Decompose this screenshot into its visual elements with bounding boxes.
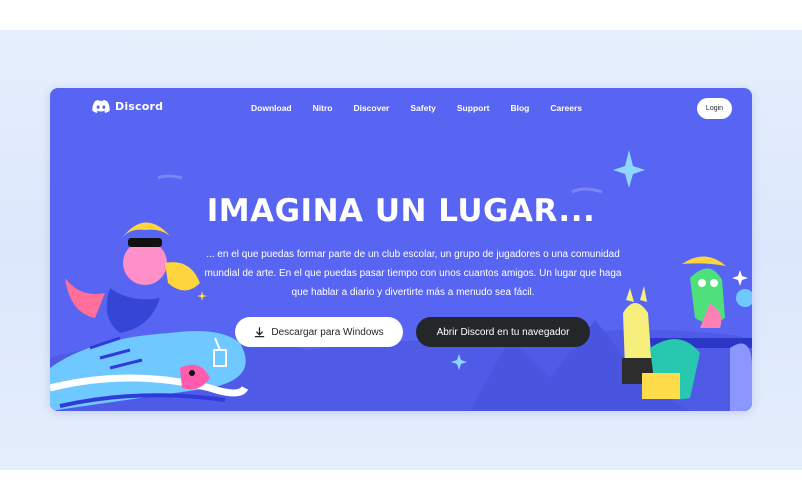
brand-name: Discord (115, 100, 164, 113)
discord-logo-icon (92, 100, 110, 113)
cloud-shape (157, 174, 183, 180)
top-navigation: Discord Download Nitro Discover Safety S… (50, 88, 752, 130)
cloud-shape (571, 187, 603, 194)
nav-link-safety[interactable]: Safety (410, 103, 436, 113)
sparkle-icon (451, 354, 467, 370)
hero-lead-text: ... en el que puedas formar parte de un … (204, 249, 622, 298)
download-icon (255, 326, 265, 337)
download-windows-label: Descargar para Windows (271, 326, 384, 338)
right-character-group (622, 256, 752, 411)
nav-links: Download Nitro Discover Safety Support B… (251, 103, 582, 113)
login-button[interactable]: Login (697, 98, 732, 119)
open-in-browser-label: Abrir Discord en tu navegador (436, 326, 570, 338)
sparkle-icon (732, 270, 748, 286)
download-windows-button[interactable]: Descargar para Windows (235, 317, 403, 347)
nav-link-blog[interactable]: Blog (510, 103, 529, 113)
nav-link-support[interactable]: Support (457, 103, 490, 113)
nav-link-careers[interactable]: Careers (550, 103, 582, 113)
discord-hero-screenshot: Discord Download Nitro Discover Safety S… (50, 88, 752, 411)
nav-link-nitro[interactable]: Nitro (313, 103, 333, 113)
hero-headline: IMAGINA UN LUGAR... (206, 193, 596, 229)
brand-logo[interactable]: Discord (92, 100, 163, 113)
hills-shape (50, 329, 752, 411)
nav-link-discover[interactable]: Discover (353, 103, 389, 113)
sparkle-icon (613, 150, 645, 188)
nav-link-download[interactable]: Download (251, 103, 292, 113)
open-in-browser-button[interactable]: Abrir Discord en tu navegador (416, 317, 590, 347)
